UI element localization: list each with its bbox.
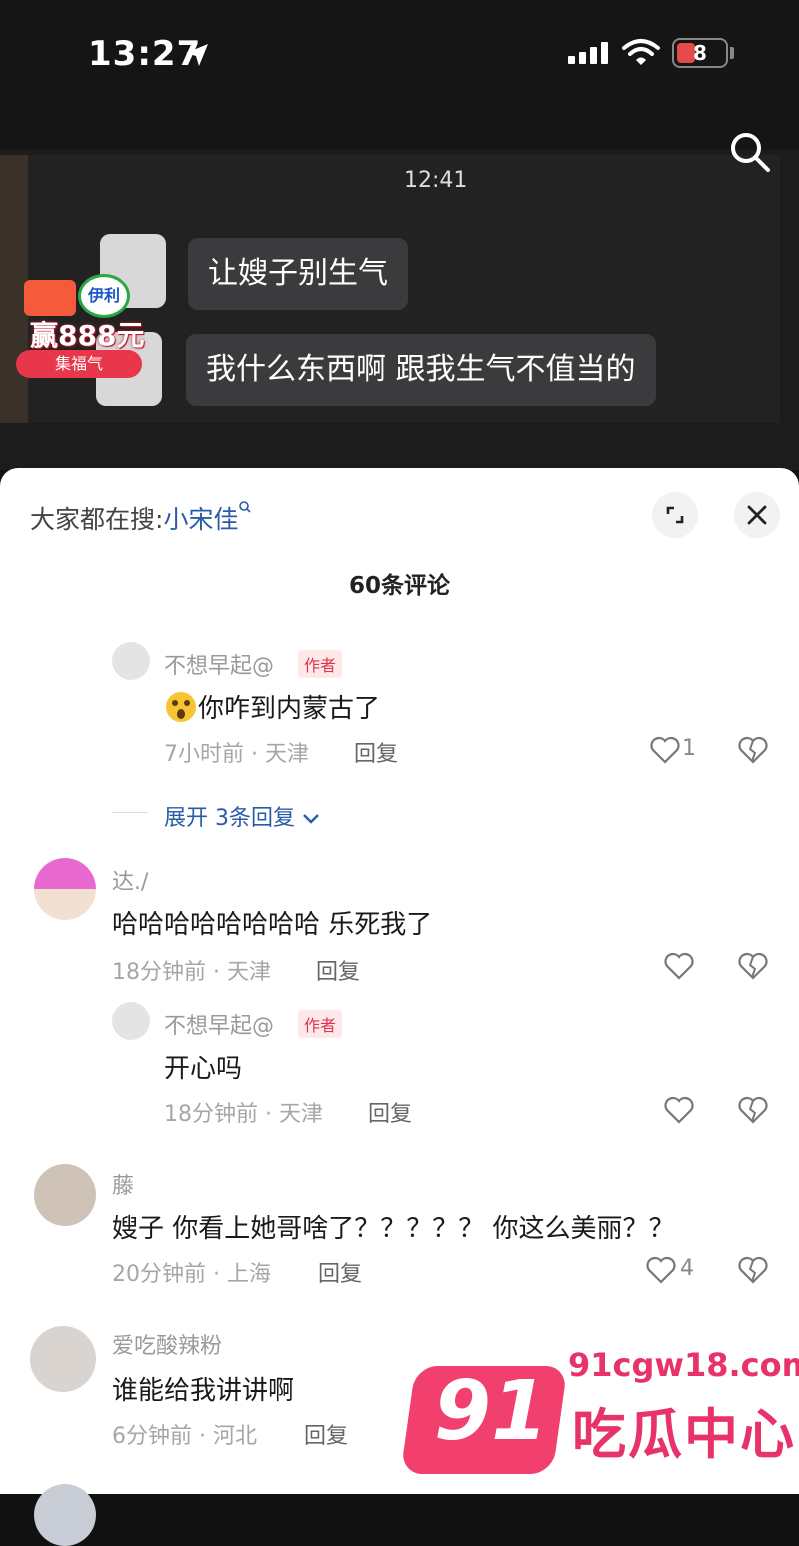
close-icon xyxy=(747,505,767,525)
comment-meta: 6分钟前 · 河北 xyxy=(112,1424,257,1449)
close-sheet-button[interactable] xyxy=(734,492,780,538)
hot-search-label: 大家都在搜: xyxy=(30,505,164,534)
watermark-name: 吃瓜中心 xyxy=(572,1403,796,1466)
dislike-broken-heart-icon[interactable] xyxy=(738,736,768,764)
chevron-down-icon xyxy=(303,814,319,824)
brand-logo: 伊利 xyxy=(78,274,130,318)
reply-button[interactable]: 回复 xyxy=(354,736,398,768)
expand-sheet-button[interactable] xyxy=(652,492,698,538)
search-icon xyxy=(239,501,252,513)
dislike-broken-heart-icon[interactable] xyxy=(738,1096,768,1124)
comment-username[interactable]: 达./ xyxy=(112,864,148,896)
user-avatar[interactable] xyxy=(34,1484,96,1546)
author-tag: 作者 xyxy=(298,650,343,678)
reply-button[interactable]: 回复 xyxy=(318,1256,362,1288)
promo-button[interactable]: 集福气 xyxy=(16,350,142,378)
battery-indicator: 8 xyxy=(672,38,728,68)
expand-icon xyxy=(666,506,684,524)
wifi-icon xyxy=(622,39,660,65)
like-heart-icon[interactable] xyxy=(664,952,694,980)
comment-username[interactable]: 不想早起@ xyxy=(164,1008,274,1040)
dislike-broken-heart-icon[interactable] xyxy=(738,952,768,980)
user-avatar[interactable] xyxy=(112,1002,150,1040)
comment-username[interactable]: 藤 xyxy=(112,1168,134,1200)
status-bar xyxy=(0,0,799,150)
comment-text-row: 你咋到内蒙古了 xyxy=(164,688,380,725)
comment-text: 你咋到内蒙古了 xyxy=(198,694,381,724)
watermark-url: 91cgw18.com xyxy=(568,1346,799,1384)
like-heart-icon[interactable] xyxy=(664,1096,694,1124)
comment-username[interactable]: 不想早起@ xyxy=(164,648,274,680)
reply-button[interactable]: 回复 xyxy=(304,1418,348,1450)
chat-bubble: 让嫂子别生气 xyxy=(188,238,408,310)
hot-search-keyword[interactable]: 小宋佳 xyxy=(163,505,238,534)
comment-meta: 18分钟前 · 天津 xyxy=(164,1102,323,1127)
reply-button[interactable]: 回复 xyxy=(316,954,360,986)
battery-level: 8 xyxy=(693,41,707,65)
divider xyxy=(112,812,148,813)
watermark-number: 91 xyxy=(433,1364,549,1459)
like-count: 4 xyxy=(680,1256,694,1281)
battery-cap xyxy=(730,47,734,59)
comment-meta: 20分钟前 · 上海 xyxy=(112,1262,271,1287)
dislike-broken-heart-icon[interactable] xyxy=(738,1256,768,1284)
like-count: 1 xyxy=(682,736,696,761)
surprised-emoji-icon xyxy=(166,691,196,722)
chat-bubble: 我什么东西啊 跟我生气不值当的 xyxy=(186,334,656,406)
user-avatar[interactable] xyxy=(112,642,150,680)
like-heart-icon[interactable] xyxy=(646,1256,676,1284)
comment-text: 嫂子 你看上她哥啥了？？？？？ 你这么美丽？？ xyxy=(112,1214,675,1244)
gift-box-icon xyxy=(24,280,76,316)
expand-replies-label: 展开 3条回复 xyxy=(164,806,295,831)
like-heart-icon[interactable] xyxy=(650,736,680,764)
comment-meta: 7小时前 · 天津 xyxy=(164,742,309,767)
comment-text: 开心吗 xyxy=(164,1054,243,1084)
author-tag: 作者 xyxy=(298,1010,343,1038)
expand-replies-button[interactable]: 展开 3条回复 xyxy=(164,800,320,832)
chat-timestamp: 12:41 xyxy=(404,168,468,193)
user-avatar[interactable] xyxy=(34,858,96,920)
comment-username[interactable]: 爱吃酸辣粉 xyxy=(112,1328,222,1360)
cellular-signal-icon xyxy=(568,42,608,64)
comment-text: 哈哈哈哈哈哈哈哈 乐死我了 xyxy=(112,910,433,940)
user-avatar[interactable] xyxy=(30,1326,96,1392)
hot-search[interactable]: 大家都在搜:小宋佳 xyxy=(30,500,252,536)
comment-count: 60条评论 xyxy=(348,573,450,599)
reply-button[interactable]: 回复 xyxy=(368,1096,412,1128)
promo-prize[interactable]: 赢888元 xyxy=(30,314,144,354)
user-avatar[interactable] xyxy=(34,1164,96,1226)
search-icon[interactable] xyxy=(728,130,772,174)
comment-meta: 18分钟前 · 天津 xyxy=(112,960,271,985)
location-arrow-icon xyxy=(186,44,208,66)
comment-text: 谁能给我讲讲啊 xyxy=(112,1376,295,1406)
